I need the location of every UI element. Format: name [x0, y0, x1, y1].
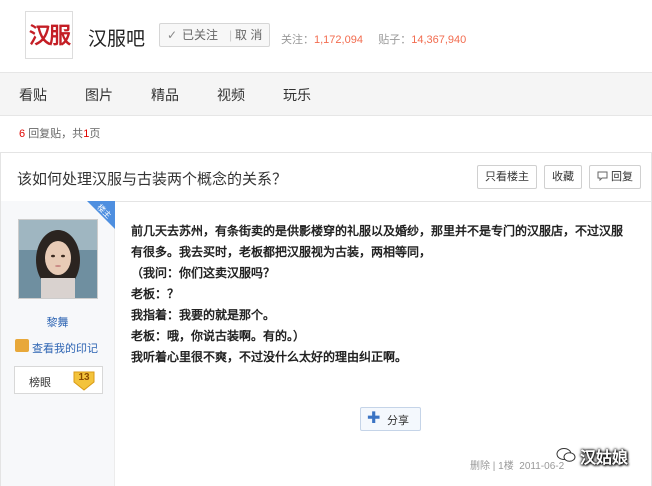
wechat-icon	[556, 447, 576, 463]
post-count-label: 贴子：	[378, 34, 412, 46]
reply-count: 6	[19, 128, 26, 140]
plus-icon: ✚	[367, 410, 381, 427]
nav-item-posts[interactable]: 看贴	[19, 85, 47, 105]
view-mark-link[interactable]: 查看我的印记	[32, 340, 98, 356]
floor-number: 1楼	[498, 461, 514, 472]
unfollow-button[interactable]: 取 消	[235, 24, 262, 46]
post-line: （我问：你们这卖汉服吗？	[131, 266, 276, 280]
post-line: 我指着：我要的就是那个。	[131, 308, 276, 322]
forum-header: 汉服 汉服吧 ✓ 已关注 | 取 消 关注：1,172,094 贴子：14,36…	[0, 0, 652, 72]
forum-nav: 看贴 图片 精品 视频 玩乐	[0, 72, 652, 116]
avatar[interactable]	[18, 219, 98, 299]
forum-name[interactable]: 汉服吧	[88, 24, 145, 51]
level-box[interactable]: 榜眼 13	[14, 366, 103, 394]
nav-item-images[interactable]: 图片	[85, 85, 113, 105]
follow-button[interactable]: ✓ 已关注 | 取 消	[159, 23, 270, 47]
share-button[interactable]: ✚ 分享	[360, 407, 421, 431]
forum-logo[interactable]: 汉服	[25, 11, 73, 59]
forum-stats: 关注：1,172,094 贴子：14,367,940	[281, 31, 466, 47]
post-line: 我听着心里很不爽，不过没什么太好的理由纠正啊。	[131, 350, 408, 364]
check-icon: ✓	[167, 28, 178, 42]
post-line: 前几天去苏州，有条街卖的是供影楼穿的礼服以及婚纱，那里并不是专门的汉服店，不过汉…	[131, 224, 624, 259]
footer-separator: |	[492, 461, 496, 472]
post-content: 前几天去苏州，有条街卖的是供影楼穿的礼服以及婚纱，那里并不是专门的汉服店，不过汉…	[131, 221, 631, 368]
follow-separator: |	[229, 28, 233, 42]
delete-link[interactable]: 删除	[470, 461, 490, 472]
share-label: 分享	[387, 415, 409, 427]
level-number: 13	[78, 372, 90, 383]
follow-count-label: 关注：	[281, 34, 314, 46]
thread-title: 该如何处理汉服与古装两个概念的关系？	[17, 171, 288, 188]
only-op-button[interactable]: 只看楼主	[477, 165, 537, 189]
post: 楼主 黎舞 查看我的印记 榜眼 13 前几天去苏州，有条街卖的是供影楼穿的礼服以…	[0, 201, 652, 486]
nav-item-featured[interactable]: 精品	[151, 85, 179, 105]
level-name: 榜眼	[29, 377, 51, 389]
follow-label: 已关注	[182, 28, 219, 42]
reply-button[interactable]: 回复	[589, 165, 641, 189]
post-line: 老板：？	[131, 287, 180, 301]
reply-count-label: 回复贴，共	[28, 128, 84, 140]
author-sidebar: 楼主 黎舞 查看我的印记 榜眼 13	[1, 201, 115, 486]
post-line: 老板：哦，你说古装啊。有的。）	[131, 329, 306, 343]
reply-button-label: 回复	[611, 171, 634, 183]
op-badge: 楼主	[87, 201, 115, 229]
mark-book-icon	[15, 339, 29, 352]
reply-summary: 6 回复贴，共1页	[19, 125, 100, 141]
post-footer: 删除 | 1楼 2011-06-2	[470, 457, 564, 472]
level-badge-icon: 13	[72, 369, 96, 391]
post-count: 14,367,940	[411, 34, 467, 46]
thread-title-bar: 该如何处理汉服与古装两个概念的关系？ 只看楼主 收藏 回复	[0, 152, 652, 202]
nav-item-fun[interactable]: 玩乐	[283, 85, 311, 105]
author-username[interactable]: 黎舞	[1, 314, 114, 330]
collect-button[interactable]: 收藏	[544, 165, 582, 189]
follow-count: 1,172,094	[314, 34, 363, 46]
watermark-text: 汉姑娘	[580, 450, 629, 467]
page-count-label: 页	[89, 128, 101, 140]
nav-item-videos[interactable]: 视频	[217, 85, 245, 105]
forum-logo-text: 汉服	[28, 23, 71, 49]
comment-icon	[597, 171, 611, 183]
